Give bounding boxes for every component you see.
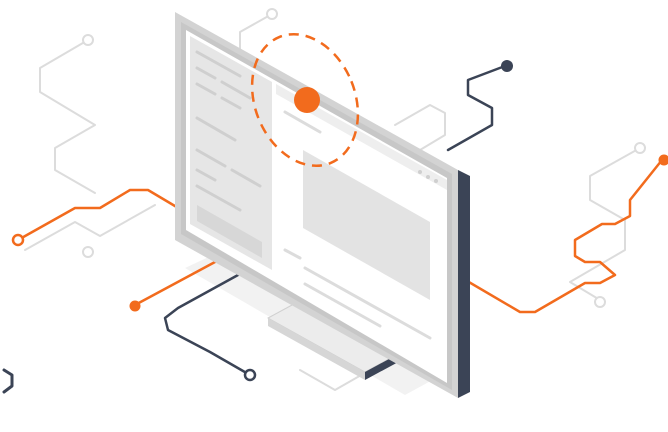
network-monitor-illustration <box>2 8 668 398</box>
orange-node-left-ring <box>11 233 25 247</box>
bg-line-top-left <box>39 39 96 194</box>
bg-node-top <box>266 8 278 20</box>
navy-line-top-right <box>446 64 507 152</box>
bg-node-left-low <box>82 246 94 258</box>
bg-node-right <box>634 142 646 154</box>
orange-line-left <box>16 188 187 242</box>
orange-line-bottom <box>133 260 217 307</box>
navy-fragment-bottom-left <box>2 368 14 394</box>
target-dot-icon <box>294 87 320 113</box>
orange-line-right <box>460 158 664 314</box>
illustration-canvas <box>0 0 668 432</box>
bg-node-right-low <box>594 296 606 308</box>
orange-node-bottom-dot <box>129 300 141 312</box>
navy-node-bottom-ring <box>243 368 257 382</box>
bg-line-left-low <box>24 204 156 251</box>
monitor-side-edge <box>458 170 470 398</box>
navy-node-top-right <box>501 60 513 72</box>
bg-node-top-left <box>82 34 94 46</box>
